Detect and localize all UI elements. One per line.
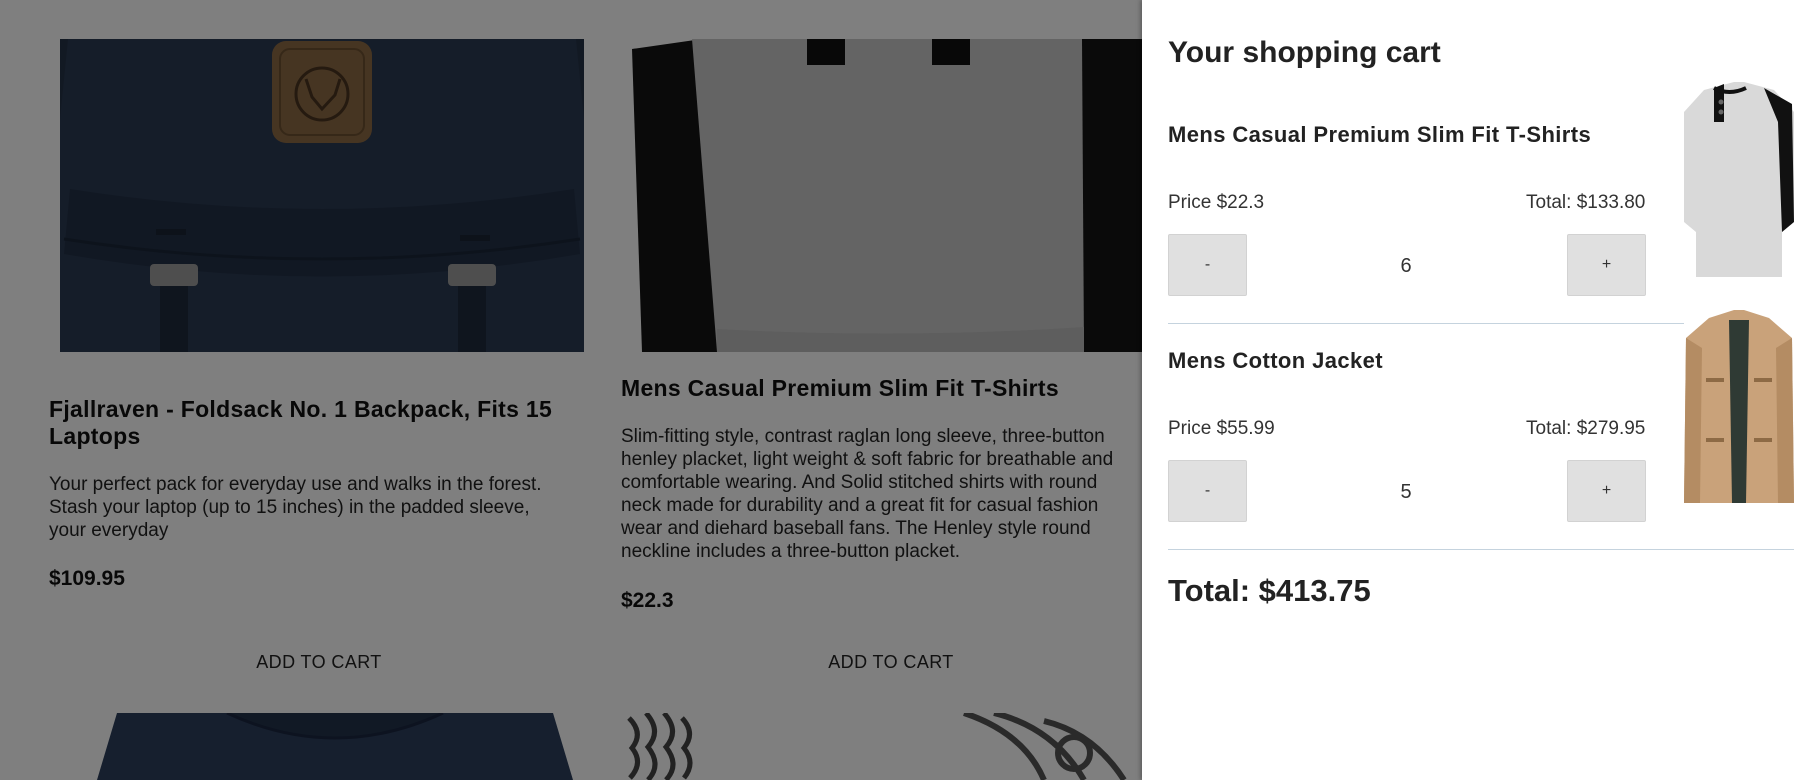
decrease-quantity-button[interactable]: - bbox=[1168, 234, 1247, 296]
cart-item: Mens Casual Premium Slim Fit T-Shirts Pr… bbox=[1168, 82, 1794, 324]
cart-item-total: Total: $279.95 bbox=[1526, 418, 1646, 439]
cart-item-quantity: 5 bbox=[1400, 481, 1412, 503]
cart-title: Your shopping cart bbox=[1168, 36, 1441, 69]
cart-item-quantity: 6 bbox=[1400, 255, 1412, 277]
decrease-quantity-button[interactable]: - bbox=[1168, 460, 1247, 522]
increase-quantity-button[interactable]: + bbox=[1567, 460, 1646, 522]
cart-grand-total: Total: $413.75 bbox=[1168, 573, 1371, 608]
product-grid: Fjallraven - Foldsack No. 1 Backpack, Fi… bbox=[0, 0, 1142, 780]
cart-item-total: Total: $133.80 bbox=[1526, 192, 1646, 213]
cart-item-thumbnail-jacket bbox=[1684, 308, 1794, 508]
cart-item-price: Price $55.99 bbox=[1168, 418, 1275, 439]
divider bbox=[1168, 549, 1794, 550]
cart-item-price: Price $22.3 bbox=[1168, 192, 1265, 213]
cart-item-name: Mens Casual Premium Slim Fit T-Shirts bbox=[1168, 122, 1592, 147]
modal-backdrop[interactable] bbox=[0, 0, 1142, 780]
increase-quantity-button[interactable]: + bbox=[1567, 234, 1646, 296]
cart-item-name: Mens Cotton Jacket bbox=[1168, 348, 1384, 373]
cart-item: Mens Cotton Jacket Price $55.99 Total: $… bbox=[1168, 308, 1794, 550]
cart-drawer: Your shopping cart Mens Casual Premium S… bbox=[1142, 0, 1809, 780]
cart-item-thumbnail-tshirt bbox=[1684, 82, 1794, 282]
